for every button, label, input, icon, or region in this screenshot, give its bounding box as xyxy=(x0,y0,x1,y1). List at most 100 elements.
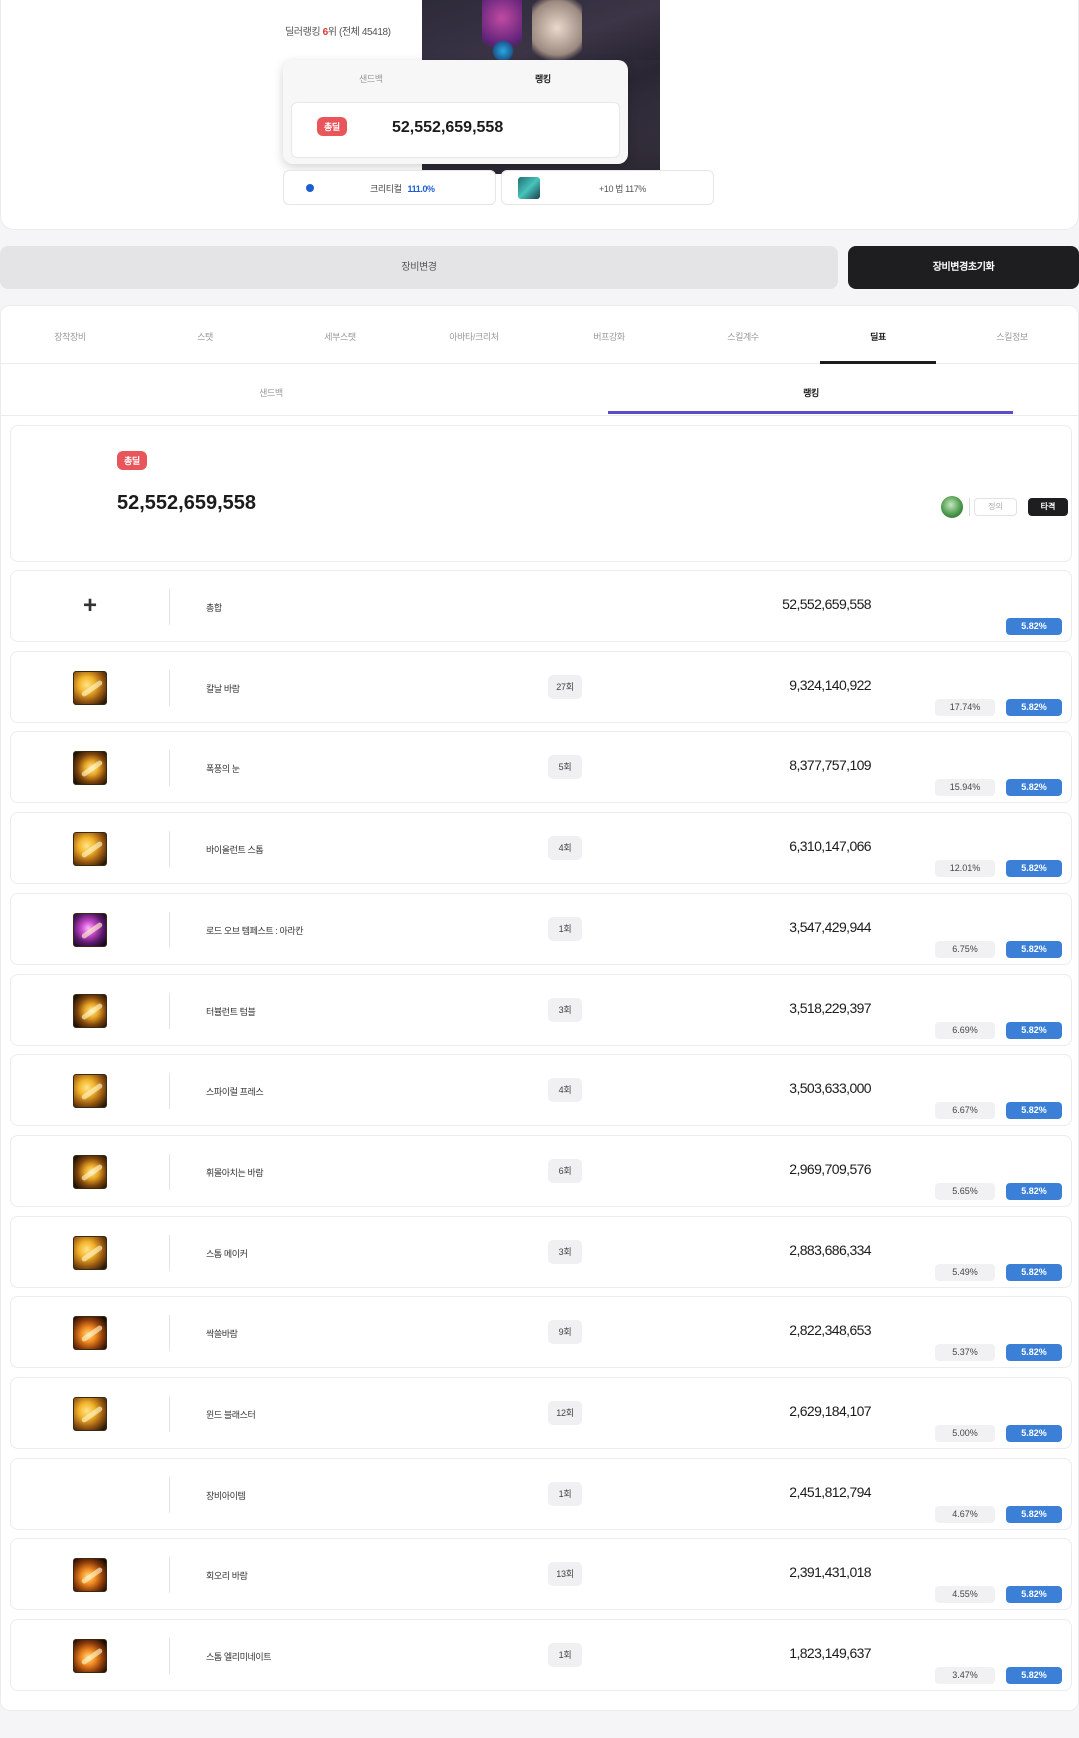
damage-share-badge: 5.49% xyxy=(935,1264,995,1281)
skill-name: 바이올런트 스톰 xyxy=(206,845,264,855)
spiral-press-skill-icon xyxy=(73,1074,107,1108)
panel-tab-ranking[interactable]: 랭킹 xyxy=(535,72,551,85)
row-divider xyxy=(169,1396,170,1432)
damage-value: 6,310,147,066 xyxy=(789,838,871,854)
damage-share-badge: 4.55% xyxy=(935,1586,995,1603)
plus-icon[interactable]: + xyxy=(83,594,97,618)
row-divider xyxy=(169,1477,170,1513)
skill-icon-wrap xyxy=(73,1639,107,1673)
hit-count-badge: 1회 xyxy=(548,1482,582,1506)
wind-blaster-skill-icon xyxy=(73,1397,107,1431)
skill-row: 스톰 엘리미네이트 1회 1,823,149,637 3.47% 5.82% xyxy=(10,1619,1072,1691)
tab-buff-enhance[interactable]: 버프강화 xyxy=(550,330,668,343)
damage-value: 3,547,429,944 xyxy=(789,919,871,935)
subtab-ranking[interactable]: 랭킹 xyxy=(711,386,911,399)
cold-wind-skill-icon xyxy=(73,1316,107,1350)
hit-count-badge: 6회 xyxy=(548,1159,582,1183)
tab-stats[interactable]: 스탯 xyxy=(146,330,264,343)
row-divider xyxy=(169,1557,170,1593)
active-subtab-indicator xyxy=(608,411,1013,414)
skill-name: 칼날 바람 xyxy=(206,684,240,694)
damage-value: 3,518,229,397 xyxy=(789,1000,871,1016)
crit-dot-icon xyxy=(306,184,314,192)
skill-row: 스톰 메이커 3회 2,883,686,334 5.49% 5.82% xyxy=(10,1216,1072,1288)
row-divider xyxy=(169,912,170,948)
skill-icon-wrap xyxy=(73,1155,107,1189)
row-divider xyxy=(169,1315,170,1351)
damage-value: 8,377,757,109 xyxy=(789,757,871,773)
hit-count-badge: 27회 xyxy=(548,675,582,699)
turbulent-tumble-skill-icon xyxy=(73,994,107,1028)
skill-name: 장비아이템 xyxy=(206,1491,246,1501)
skill-icon-wrap xyxy=(73,1236,107,1270)
skill-name: 총합 xyxy=(206,603,222,613)
row-divider xyxy=(169,1235,170,1271)
item-potion-icon xyxy=(518,177,540,199)
dealer-rank-text: 딜러랭킹 6위 (전체 45418) xyxy=(285,23,391,38)
lord-of-tempest-skill-icon xyxy=(73,913,107,947)
skill-name: 휘몰아치는 바람 xyxy=(206,1168,264,1178)
skill-icon-wrap xyxy=(73,994,107,1028)
skill-row: 폭풍의 눈 5회 8,377,757,109 15.94% 5.82% xyxy=(10,731,1072,803)
tab-skill-coefficient[interactable]: 스킬계수 xyxy=(684,330,802,343)
equipment-reset-button[interactable]: 장비변경초기화 xyxy=(848,246,1079,289)
tab-avatar-creature[interactable]: 아바타/크리처 xyxy=(415,330,533,343)
skill-row: 싹쓸바람 9회 2,822,348,653 5.37% 5.82% xyxy=(10,1296,1072,1368)
skill-name: 로드 오브 템페스트 : 아라칸 xyxy=(206,926,304,936)
skill-icon-wrap xyxy=(73,1558,107,1592)
damage-value: 2,969,709,576 xyxy=(789,1161,871,1177)
hit-toggle-button[interactable]: 타격 xyxy=(1028,498,1068,516)
skill-name: 스톰 메이커 xyxy=(206,1249,248,1259)
increase-rate-badge: 5.82% xyxy=(1006,699,1062,716)
damage-share-badge: 6.75% xyxy=(935,941,995,958)
tab-equipment[interactable]: 장착장비 xyxy=(11,330,129,343)
skill-icon-wrap xyxy=(73,671,107,705)
skill-row: 로드 오브 템페스트 : 아라칸 1회 3,547,429,944 6.75% 5.82… xyxy=(10,893,1072,965)
increase-rate-badge: 5.82% xyxy=(1006,1667,1062,1684)
skill-row: 칼날 바람 27회 9,324,140,922 17.74% 5.82% xyxy=(10,651,1072,723)
tab-skill-info[interactable]: 스킬정보 xyxy=(953,330,1071,343)
blade-wind-skill-icon xyxy=(73,671,107,705)
character-summary-card: 딜러랭킹 6위 (전체 45418) 샌드백 랭킹 총딜 52,552,659,… xyxy=(0,0,1079,230)
storm-eye-skill-icon xyxy=(73,751,107,785)
damage-value: 2,883,686,334 xyxy=(789,1242,871,1258)
panel-tab-sandbag[interactable]: 샌드백 xyxy=(359,72,383,85)
skill-name: 스톰 엘리미네이트 xyxy=(206,1652,272,1662)
damage-value: 2,451,812,794 xyxy=(789,1484,871,1500)
damage-share-badge: 3.47% xyxy=(935,1667,995,1684)
skill-name: 스파이럴 프레스 xyxy=(206,1087,264,1097)
hit-count-badge: 1회 xyxy=(548,917,582,941)
subtab-sandbag[interactable]: 샌드백 xyxy=(171,386,371,399)
total-damage-badge: 총딜 xyxy=(117,451,147,470)
skill-icon-wrap xyxy=(73,1074,107,1108)
tab-damage-table[interactable]: 딜표 xyxy=(819,330,937,343)
damage-share-badge: 5.65% xyxy=(935,1183,995,1200)
skill-row: 터뷸런트 텀블 3회 3,518,229,397 6.69% 5.82% xyxy=(10,974,1072,1046)
damage-share-badge: 12.01% xyxy=(935,860,995,877)
row-divider xyxy=(169,750,170,786)
damage-value: 52,552,659,558 xyxy=(782,596,872,612)
equipment-change-button[interactable]: 장비변경 xyxy=(0,246,838,289)
skill-icon-wrap xyxy=(73,832,107,866)
increase-rate-badge: 5.82% xyxy=(1006,1586,1062,1603)
row-divider xyxy=(169,589,170,625)
skill-name: 싹쓸바람 xyxy=(206,1329,238,1339)
increase-rate-badge: 5.82% xyxy=(1006,1506,1062,1523)
rose-icon[interactable] xyxy=(941,496,963,518)
skill-icon-wrap xyxy=(73,1316,107,1350)
violent-storm-skill-icon xyxy=(73,832,107,866)
skill-row: 바이올런트 스톰 4회 6,310,147,066 12.01% 5.82% xyxy=(10,812,1072,884)
skill-name: 터뷸런트 텀블 xyxy=(206,1007,256,1017)
dealer-rank-label: 딜러랭킹 xyxy=(285,27,321,38)
storm-eliminate-skill-icon xyxy=(73,1639,107,1673)
rank-panel: 샌드백 랭킹 총딜 52,552,659,558 xyxy=(283,60,628,164)
tab-detail-stats[interactable]: 세부스탯 xyxy=(281,330,399,343)
item-stat-box: +10 법 117% xyxy=(501,170,714,205)
crit-stat-label: 크리티컬 111.0% xyxy=(370,184,435,194)
increase-rate-badge: 5.82% xyxy=(1006,779,1062,796)
hold-toggle-button[interactable]: 정의 xyxy=(974,498,1017,516)
hit-count-badge: 9회 xyxy=(548,1320,582,1344)
damage-share-badge: 5.37% xyxy=(935,1344,995,1361)
skill-icon-wrap xyxy=(73,913,107,947)
total-damage-big: 52,552,659,558 xyxy=(117,492,257,514)
